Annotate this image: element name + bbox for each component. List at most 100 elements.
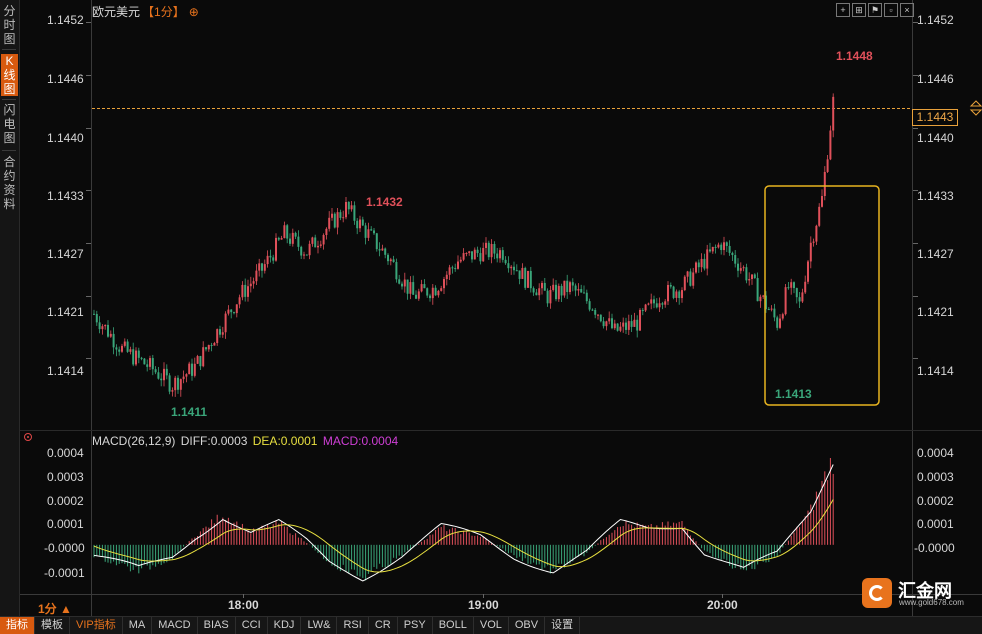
- candle: [356, 220, 359, 229]
- period-selector-label: 1分: [38, 602, 57, 616]
- candle: [403, 279, 406, 287]
- candle: [286, 225, 289, 239]
- candle: [501, 250, 504, 260]
- candle: [756, 278, 759, 302]
- candle: [585, 292, 588, 302]
- candle: [709, 249, 711, 252]
- tab-cci[interactable]: CCI: [236, 617, 268, 634]
- candle: [221, 332, 224, 335]
- candle: [213, 343, 216, 346]
- candle: [543, 282, 546, 291]
- candle: [112, 333, 115, 348]
- tab-boll[interactable]: BOLL: [433, 617, 474, 634]
- candle: [613, 323, 616, 329]
- candle: [669, 285, 672, 287]
- candle: [154, 369, 157, 373]
- tab-settings[interactable]: 设置: [545, 617, 581, 634]
- candle: [417, 291, 420, 299]
- tab-psy[interactable]: PSY: [398, 617, 433, 634]
- candle: [448, 267, 451, 275]
- candle: [443, 279, 445, 289]
- candle: [409, 282, 412, 294]
- candle: [776, 317, 779, 328]
- candle: [692, 272, 695, 286]
- candle: [667, 285, 669, 302]
- brand-logo: 汇金网 www.gold678.com: [862, 578, 972, 608]
- candle: [577, 289, 580, 291]
- tab-obv[interactable]: OBV: [509, 617, 546, 634]
- tab-cr[interactable]: CR: [369, 617, 398, 634]
- zoom-icon[interactable]: ⊕: [189, 5, 199, 19]
- candle: [202, 347, 205, 367]
- candle: [588, 301, 591, 310]
- restore-icon[interactable]: ▫: [884, 3, 898, 17]
- candle: [440, 288, 443, 291]
- candle: [132, 349, 135, 365]
- candle: [560, 285, 563, 296]
- tab-indicators[interactable]: 指标: [0, 617, 35, 634]
- candle: [546, 290, 549, 304]
- period-label[interactable]: 【1分】: [142, 5, 185, 19]
- tab-kdj[interactable]: KDJ: [268, 617, 302, 634]
- chart-canvas[interactable]: [0, 0, 982, 633]
- tab-templates[interactable]: 模板: [35, 617, 70, 634]
- tab-vip[interactable]: VIP指标: [70, 617, 123, 634]
- tab-macd[interactable]: MACD: [152, 617, 198, 634]
- candle: [275, 237, 277, 261]
- candle: [104, 324, 107, 327]
- mid-high-price-label: 1.1432: [366, 195, 403, 209]
- sidebar-item-flash[interactable]: 闪电图: [1, 103, 18, 145]
- candle: [770, 308, 773, 310]
- candle: [468, 251, 471, 253]
- tab-lw[interactable]: LW&: [301, 617, 338, 634]
- candle: [269, 255, 272, 258]
- candle: [331, 213, 333, 218]
- candle: [507, 263, 510, 269]
- candle: [812, 241, 815, 243]
- candle: [535, 292, 538, 296]
- candle: [636, 319, 639, 331]
- candle: [549, 289, 552, 304]
- price-axis-label-right: 1.1452: [917, 13, 954, 27]
- candle: [244, 284, 247, 297]
- sidebar-item-kline[interactable]: K线图: [1, 54, 18, 96]
- tab-rsi[interactable]: RSI: [337, 617, 369, 634]
- macd-name: MACD(26,12,9): [92, 434, 176, 448]
- candle: [574, 285, 577, 291]
- candle: [300, 246, 303, 256]
- period-selector[interactable]: 1分 ▲: [38, 600, 72, 617]
- candle: [420, 284, 423, 292]
- tab-vol[interactable]: VOL: [474, 617, 509, 634]
- crosshair-icon[interactable]: +: [836, 3, 850, 17]
- candle: [493, 243, 496, 254]
- indicator-settings-icon[interactable]: [24, 433, 32, 441]
- diff-line: [93, 464, 834, 582]
- flag-icon[interactable]: ⚑: [868, 3, 882, 17]
- candle: [196, 356, 199, 364]
- candle: [795, 288, 798, 298]
- candle: [423, 284, 426, 289]
- candle: [566, 280, 569, 292]
- candle: [462, 253, 465, 260]
- candle: [384, 248, 387, 255]
- candle: [697, 262, 700, 268]
- candle: [524, 267, 527, 288]
- candle: [826, 159, 829, 172]
- sidebar-item-timeshare[interactable]: 分时图: [1, 4, 18, 46]
- candle: [294, 232, 297, 237]
- macd-diff: DIFF:0.0003: [180, 434, 248, 448]
- tab-bias[interactable]: BIAS: [198, 617, 236, 634]
- close-icon[interactable]: ×: [900, 3, 914, 17]
- price-axis-label: 1.1421: [47, 305, 84, 319]
- candle: [381, 248, 384, 251]
- expand-icon[interactable]: ⊞: [852, 3, 866, 17]
- highlight-box: [764, 185, 880, 406]
- candle: [193, 363, 196, 376]
- candle: [555, 284, 557, 300]
- macd-axis-label: -0.0001: [44, 566, 85, 580]
- macd-legend: MACD(26,12,9) DIFF:0.0003 DEA:0.0001 MAC…: [92, 434, 400, 448]
- sidebar-item-contract[interactable]: 合约资料: [1, 155, 18, 211]
- candle: [401, 283, 403, 287]
- candle: [345, 202, 347, 218]
- tab-ma[interactable]: MA: [123, 617, 153, 634]
